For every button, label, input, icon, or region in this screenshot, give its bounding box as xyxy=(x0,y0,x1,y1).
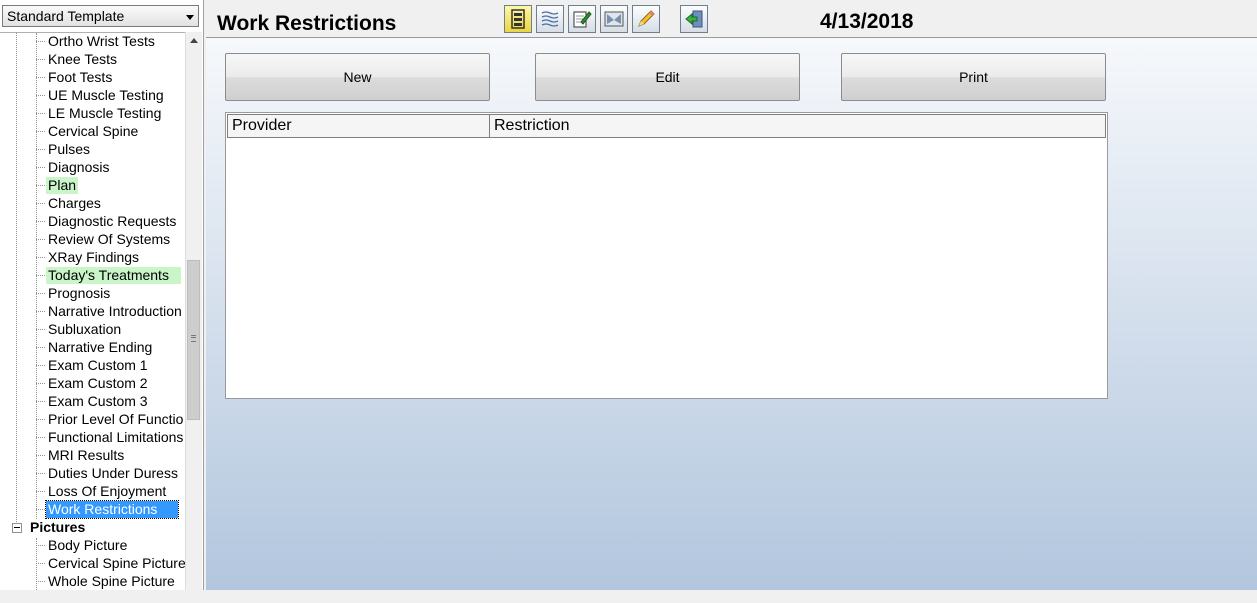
tree-item-charges[interactable]: Charges xyxy=(36,195,103,212)
tree-item-ortho-wrist-tests[interactable]: Ortho Wrist Tests xyxy=(36,33,157,50)
tree-item-duties-under-duress[interactable]: Duties Under Duress xyxy=(36,465,180,482)
tree-item-prognosis[interactable]: Prognosis xyxy=(35,285,112,302)
column-header-provider[interactable]: Provider xyxy=(228,115,490,137)
navigation-pane: Standard Template Ortho Wrist Tests Knee… xyxy=(0,0,204,591)
visit-date: 4/13/2018 xyxy=(820,10,914,33)
lines-icon[interactable] xyxy=(536,5,564,33)
column-header-restriction[interactable]: Restriction xyxy=(490,115,1090,137)
tree-item-loss-of-enjoyment[interactable]: Loss Of Enjoyment xyxy=(35,483,168,500)
tree-item-pulses[interactable]: Pulses xyxy=(35,141,92,158)
tree-item-narrative-introduction[interactable]: Narrative Introduction xyxy=(36,303,184,320)
tree-item-foot-tests[interactable]: Foot Tests xyxy=(35,69,114,86)
tree-scrollbar[interactable] xyxy=(185,32,202,590)
tree-group-pictures[interactable]: Pictures xyxy=(28,519,87,536)
tree-item-subluxation[interactable]: Subluxation xyxy=(35,321,123,338)
collapse-icon[interactable] xyxy=(12,523,22,533)
tree-item-knee-tests[interactable]: Knee Tests xyxy=(35,51,119,68)
tree-item-exam-custom-2[interactable]: Exam Custom 2 xyxy=(36,375,150,392)
tree-item-plan[interactable]: Plan xyxy=(35,177,79,194)
chevron-down-icon[interactable] xyxy=(186,15,194,20)
content-pane: Work Restrictions 4/13/2018 New Edit Pri… xyxy=(206,0,1257,590)
image-edit-icon[interactable] xyxy=(600,5,628,33)
form-layout-icon[interactable] xyxy=(504,5,532,33)
tree-item-ue-muscle-testing[interactable]: UE Muscle Testing xyxy=(36,87,166,104)
scroll-thumb[interactable] xyxy=(187,260,200,420)
grip-icon xyxy=(191,335,196,342)
scroll-up-icon[interactable] xyxy=(190,38,198,43)
page-title: Work Restrictions xyxy=(217,12,397,35)
tree-item-mri-results[interactable]: MRI Results xyxy=(35,447,126,464)
pencil-icon[interactable] xyxy=(632,5,660,33)
tree-item-narrative-ending[interactable]: Narrative Ending xyxy=(35,339,154,356)
tree-item-work-restrictions[interactable]: Work Restrictions xyxy=(36,500,179,519)
tree-item-diagnosis[interactable]: Diagnosis xyxy=(35,159,111,176)
header-bar: Work Restrictions 4/13/2018 xyxy=(206,0,1257,38)
tree-item-exam-custom-1[interactable]: Exam Custom 1 xyxy=(36,357,150,374)
tree-item-xray-findings[interactable]: XRay Findings xyxy=(35,249,141,266)
tree-item-le-muscle-testing[interactable]: LE Muscle Testing xyxy=(35,105,163,122)
template-dropdown[interactable]: Standard Template xyxy=(2,5,199,27)
tree-item-body-picture[interactable]: Body Picture xyxy=(35,537,129,554)
table-header: Provider Restriction xyxy=(227,114,1106,138)
tree-item-cervical-spine-picture[interactable]: Cervical Spine Picture xyxy=(36,555,186,572)
edit-button[interactable]: Edit xyxy=(535,53,800,101)
tree-item-review-of-systems[interactable]: Review Of Systems xyxy=(35,231,172,248)
template-dropdown-value: Standard Template xyxy=(7,8,125,24)
print-button[interactable]: Print xyxy=(841,53,1106,101)
restrictions-table[interactable]: Provider Restriction xyxy=(225,112,1108,399)
edit-note-icon[interactable] xyxy=(568,5,596,33)
tree-item-functional-limitations[interactable]: Functional Limitations xyxy=(35,429,185,446)
new-button[interactable]: New xyxy=(225,53,490,101)
tree-item-diagnostic-requests[interactable]: Diagnostic Requests xyxy=(35,213,178,230)
tree-item-exam-custom-3[interactable]: Exam Custom 3 xyxy=(36,393,150,410)
exit-door-icon[interactable] xyxy=(680,5,708,33)
tree-item-todays-treatments[interactable]: Today's Treatments xyxy=(36,267,181,284)
tree-item-prior-level-of-function[interactable]: Prior Level Of Functio xyxy=(35,411,185,428)
tree-item-cervical-spine[interactable]: Cervical Spine xyxy=(35,123,140,140)
section-tree: Ortho Wrist Tests Knee Tests Foot Tests … xyxy=(0,32,186,591)
tree-item-whole-spine-picture[interactable]: Whole Spine Picture xyxy=(36,573,177,590)
